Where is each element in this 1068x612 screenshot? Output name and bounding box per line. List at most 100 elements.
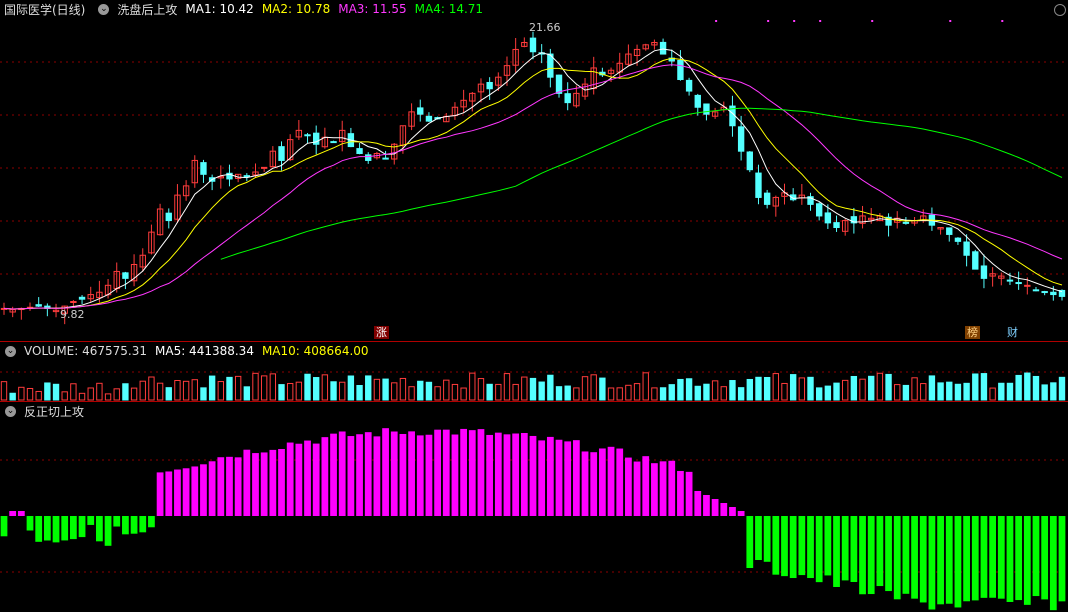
candle [278,146,285,161]
oscillator-bar [390,431,398,516]
bang-marker[interactable]: 榜 [965,326,980,339]
volume-bar [1050,382,1057,401]
volume-value: VOLUME: 467575.31 [24,344,147,358]
oscillator-bar [807,516,814,579]
candle [304,134,311,137]
candle [824,212,832,224]
candle [1032,289,1040,292]
oscillator-bar [9,511,17,516]
oscillator-bar [87,516,95,525]
oscillator-bar [902,516,910,594]
price-header: 国际医学(日线) ⌄ 洗盘后上攻 MA1: 10.42 MA2: 10.78 M… [0,0,491,18]
oscillator-panel: ⌄ 反正切上攻 [0,402,1068,612]
volume-bar [538,381,545,401]
volume-bar [191,379,198,401]
volume-bar [581,376,589,401]
chevron-down-icon[interactable]: ⌄ [5,405,16,417]
volume-bar [694,385,701,401]
candle [425,115,433,122]
oscillator-bar [694,491,702,516]
volume-bar [286,382,294,401]
oscillator-bar [963,516,970,602]
candle [529,37,537,53]
oscillator-bar [460,428,468,516]
volume-bar [234,375,242,401]
oscillator-bar [434,429,441,516]
oscillator-bar [78,516,86,538]
volume-bar [477,378,485,401]
oscillator-bar [937,516,944,605]
volume-bar [677,378,684,401]
oscillator-bar [798,516,806,576]
oscillator-bar [711,499,719,516]
oscillator-bar [512,433,520,516]
oscillator-bar [625,457,632,516]
volume-bar [868,375,875,401]
volume-bar [1006,382,1014,401]
candle [1015,282,1022,285]
oscillator-bar [96,516,103,542]
volume-bar [885,373,892,401]
volume-bar [842,379,849,401]
candle [78,296,86,300]
candle [703,103,710,115]
oscillator-bar [841,516,849,581]
oscillator-bar [607,446,615,516]
volume-bar [989,387,996,401]
volume-bar [35,390,42,401]
oscillator-bar [833,516,840,587]
candle [564,93,571,104]
candle [946,227,953,235]
candle [356,148,363,155]
oscillator-bar [234,457,242,516]
oscillator-bar [633,461,641,516]
candle [122,272,129,279]
zhang-marker[interactable]: 涨 [374,326,389,339]
volume-bar [330,381,337,401]
chevron-down-icon[interactable]: ⌄ [5,345,16,357]
volume-bar [87,387,94,401]
volume-bar [746,378,753,401]
volume-bar [1032,375,1040,401]
oscillator-bar [148,516,155,528]
volume-bar [963,382,970,401]
volume-bar [182,380,190,401]
volume-bar [980,373,988,401]
volume-bar [226,376,233,401]
ma2-value: MA2: 10.78 [261,2,331,16]
volume-bar [70,383,77,401]
oscillator-bar [269,449,277,516]
volume-bar [807,376,814,401]
oscillator-bar [477,429,485,516]
volume-bar [937,382,944,401]
candle [555,74,563,94]
low-price-label: 9.82 [60,308,85,321]
volume-bar [18,386,25,401]
volume-bar [252,372,259,401]
oscillator-bar [997,516,1005,599]
volume-bar [815,387,823,401]
volume-bar [113,388,120,401]
candle [70,301,77,303]
candle [382,157,389,160]
oscillator-bar [1041,516,1049,600]
volume-ma10: MA10: 408664.00 [261,344,369,358]
candle [200,162,207,175]
volume-bar [443,379,450,401]
volume-bar [78,392,86,401]
oscillator-bar [113,516,121,527]
cai-marker[interactable]: 财 [1005,326,1020,339]
oscillator-bar [1049,516,1057,611]
oscillator-bar [598,448,606,516]
ma2-line [3,57,1063,310]
oscillator-bar [364,432,372,516]
volume-bar [52,383,60,401]
oscillator-bar [104,516,112,546]
volume-bar [122,383,129,401]
volume-bar [243,386,251,401]
oscillator-bar [399,433,407,516]
oscillator-bar [321,437,329,516]
volume-bar [139,380,146,401]
volume-bar [9,392,16,401]
chevron-down-icon[interactable]: ⌄ [98,3,110,15]
